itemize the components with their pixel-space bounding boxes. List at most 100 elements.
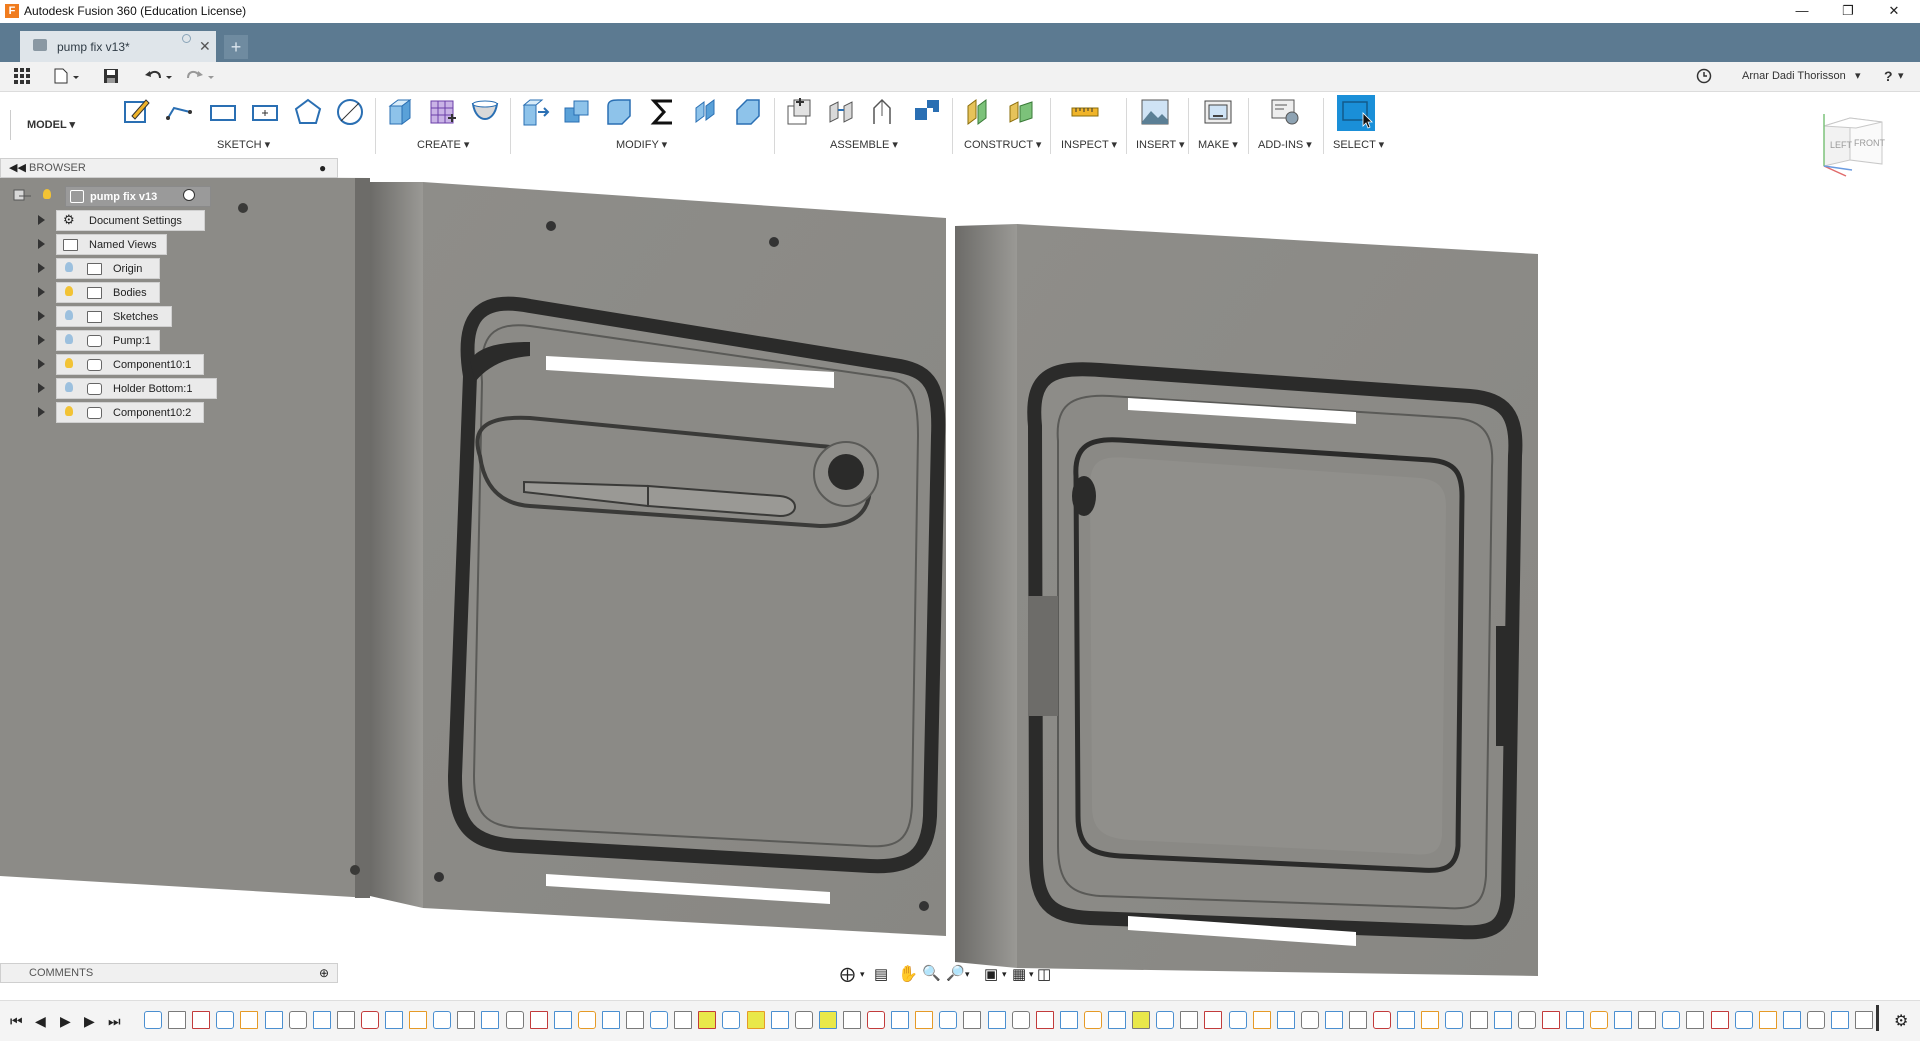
expand-arrow-icon[interactable]: [38, 383, 45, 393]
timeline-go-start-icon[interactable]: ⏮: [10, 1013, 23, 1030]
browser-item-row[interactable]: Named Views: [38, 234, 298, 255]
rectangle-icon[interactable]: [208, 96, 238, 128]
browser-panel-header[interactable]: ◀◀ BROWSER ●: [0, 158, 338, 178]
lightbulb-icon[interactable]: [65, 262, 73, 272]
timeline-feature-icon[interactable]: [168, 1011, 186, 1029]
timeline-feature-icon[interactable]: [1445, 1011, 1463, 1029]
select-tool-button[interactable]: [1337, 95, 1375, 131]
app-grid-icon[interactable]: [14, 68, 30, 84]
add-comment-icon[interactable]: ⊕: [319, 966, 329, 980]
timeline-feature-icon[interactable]: [650, 1011, 668, 1029]
timeline-feature-icon[interactable]: [1036, 1011, 1054, 1029]
timeline-feature-icon[interactable]: [1277, 1011, 1295, 1029]
timeline-feature-icon[interactable]: [843, 1011, 861, 1029]
user-account-menu[interactable]: Arnar Dadi Thorisson: [1742, 70, 1846, 82]
timeline-feature-icon[interactable]: [1518, 1011, 1536, 1029]
sigma-parameters-icon[interactable]: [648, 96, 678, 128]
new-tab-button[interactable]: +: [224, 35, 248, 59]
timeline-feature-icon[interactable]: [530, 1011, 548, 1029]
timeline-feature-icon[interactable]: [1590, 1011, 1608, 1029]
timeline-feature-icon[interactable]: [1204, 1011, 1222, 1029]
timeline-feature-icon[interactable]: [1084, 1011, 1102, 1029]
activate-radio-icon[interactable]: [183, 189, 195, 201]
close-tab-icon[interactable]: ✕: [199, 38, 211, 55]
timeline-step-forward-icon[interactable]: ▶: [84, 1013, 95, 1030]
offset-plane-icon[interactable]: [964, 96, 994, 128]
timeline-feature-icon[interactable]: [1373, 1011, 1391, 1029]
lightbulb-icon[interactable]: [65, 382, 73, 392]
timeline-marker[interactable]: [1876, 1005, 1879, 1031]
timeline-feature-icon[interactable]: [1662, 1011, 1680, 1029]
view-cube[interactable]: LEFT FRONT: [1816, 108, 1890, 182]
assemble-group-label[interactable]: ASSEMBLE ▾: [830, 138, 898, 151]
browser-item-box[interactable]: Sketches: [56, 306, 172, 327]
component-plate-right[interactable]: [955, 224, 1538, 976]
zoom-icon[interactable]: 🔍: [922, 964, 941, 982]
expand-arrow-icon[interactable]: [38, 239, 45, 249]
timeline-feature-icon[interactable]: [1735, 1011, 1753, 1029]
job-status-clock-icon[interactable]: [1696, 68, 1712, 84]
expand-arrow-icon[interactable]: [38, 335, 45, 345]
timeline-feature-icon[interactable]: [506, 1011, 524, 1029]
expand-arrow-icon[interactable]: [38, 263, 45, 273]
lightbulb-icon[interactable]: [65, 310, 73, 320]
timeline-feature-icon[interactable]: [1132, 1011, 1150, 1029]
timeline-feature-icon[interactable]: [289, 1011, 307, 1029]
timeline-feature-icon[interactable]: [385, 1011, 403, 1029]
timeline-feature-icon[interactable]: [626, 1011, 644, 1029]
timeline-feature-icon[interactable]: [1229, 1011, 1247, 1029]
help-icon[interactable]: ?: [1884, 68, 1893, 84]
timeline-feature-icon[interactable]: [1470, 1011, 1488, 1029]
timeline-feature-icon[interactable]: [867, 1011, 885, 1029]
timeline-feature-icon[interactable]: [1855, 1011, 1873, 1029]
timeline-step-back-icon[interactable]: ◀: [35, 1013, 46, 1030]
workspace-switcher[interactable]: MODEL ▾: [10, 110, 91, 140]
addins-group-label[interactable]: ADD-INS ▾: [1258, 138, 1312, 151]
as-built-joint-icon[interactable]: [868, 96, 898, 128]
timeline-go-end-icon[interactable]: ⏭: [108, 1013, 121, 1030]
lightbulb-icon[interactable]: [65, 286, 73, 296]
timeline-feature-icon[interactable]: [988, 1011, 1006, 1029]
timeline-feature-icon[interactable]: [216, 1011, 234, 1029]
timeline-feature-icon[interactable]: [1301, 1011, 1319, 1029]
timeline-feature-icon[interactable]: [1421, 1011, 1439, 1029]
browser-item-row[interactable]: ⚙ Document Settings: [38, 210, 298, 231]
grid-settings-icon[interactable]: ▦: [1012, 965, 1026, 983]
timeline-feature-icon[interactable]: [554, 1011, 572, 1029]
timeline-feature-icon[interactable]: [1494, 1011, 1512, 1029]
timeline-feature-icon[interactable]: [361, 1011, 379, 1029]
timeline-feature-icon[interactable]: [1542, 1011, 1560, 1029]
timeline-feature-icon[interactable]: [1156, 1011, 1174, 1029]
help-dropdown-icon[interactable]: ▾: [1898, 68, 1904, 84]
shell-icon[interactable]: [470, 96, 500, 128]
document-tab[interactable]: pump fix v13* ✕: [20, 31, 216, 62]
minimize-button[interactable]: —: [1780, 0, 1824, 22]
timeline-feature-icon[interactable]: [1349, 1011, 1367, 1029]
browser-item-row[interactable]: Holder Bottom:1: [38, 378, 298, 399]
measure-icon[interactable]: [1070, 96, 1100, 128]
timeline-feature-icon[interactable]: [674, 1011, 692, 1029]
orbit-icon[interactable]: ⨁: [840, 965, 855, 983]
motion-link-icon[interactable]: [912, 96, 942, 128]
timeline-feature-icon[interactable]: [722, 1011, 740, 1029]
timeline-feature-icon[interactable]: [795, 1011, 813, 1029]
modify-group-label[interactable]: MODIFY ▾: [616, 138, 667, 151]
lightbulb-icon[interactable]: [65, 406, 73, 416]
browser-item-box[interactable]: Pump:1: [56, 330, 160, 351]
browser-item-row[interactable]: Pump:1: [38, 330, 298, 351]
timeline-feature-icon[interactable]: [1397, 1011, 1415, 1029]
timeline-feature-icon[interactable]: [144, 1011, 162, 1029]
timeline-feature-icon[interactable]: [1759, 1011, 1777, 1029]
timeline-settings-gear-icon[interactable]: ⚙: [1894, 1011, 1908, 1031]
timeline-feature-icon[interactable]: [1686, 1011, 1704, 1029]
browser-item-box[interactable]: Origin: [56, 258, 160, 279]
timeline-feature-icon[interactable]: [1638, 1011, 1656, 1029]
lightbulb-icon[interactable]: [65, 334, 73, 344]
timeline-feature-icon[interactable]: [915, 1011, 933, 1029]
timeline-feature-icon[interactable]: [1614, 1011, 1632, 1029]
sketch-group-label[interactable]: SKETCH ▾: [217, 138, 270, 151]
timeline-play-icon[interactable]: ▶: [60, 1013, 71, 1030]
timeline-feature-icon[interactable]: [337, 1011, 355, 1029]
timeline-feature-icon[interactable]: [963, 1011, 981, 1029]
create-group-label[interactable]: CREATE ▾: [417, 138, 469, 151]
